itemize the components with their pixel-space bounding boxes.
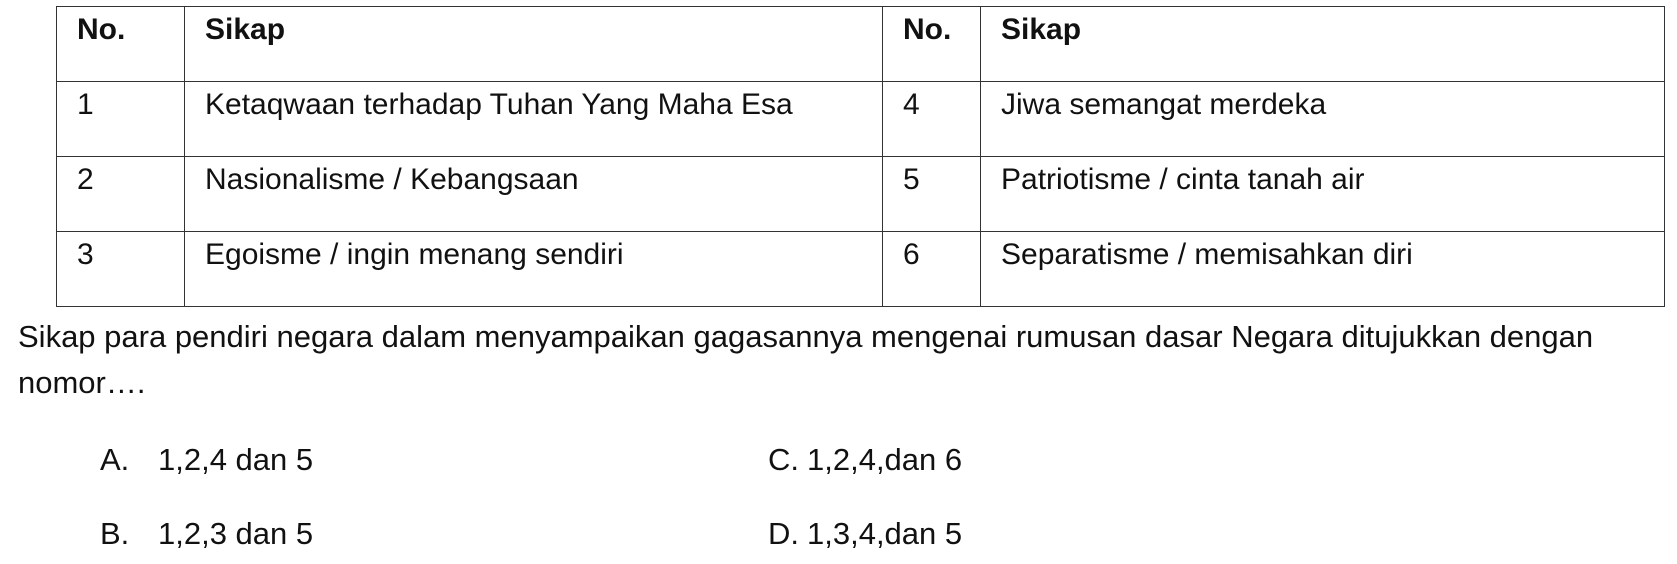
table-header-row: No. Sikap No. Sikap — [56, 6, 1665, 82]
option-a[interactable]: A. 1,2,4 dan 5 — [100, 440, 313, 480]
sikap-table: No. Sikap No. Sikap 1 Ketaqwaan terhadap… — [56, 6, 1665, 307]
option-letter: B. — [100, 516, 130, 551]
row-number: 1 — [56, 81, 185, 157]
option-d[interactable]: D. 1,3,4,dan 5 — [768, 514, 962, 554]
row-sikap: Egoisme / ingin menang sendiri — [184, 231, 883, 307]
row-number: 3 — [56, 231, 185, 307]
row-sikap: Nasionalisme / Kebangsaan — [184, 156, 883, 232]
table-row: 2 Nasionalisme / Kebangsaan 5 Patriotism… — [56, 156, 1665, 232]
option-text: 1,2,4,dan 6 — [807, 442, 963, 477]
row-sikap: Patriotisme / cinta tanah air — [980, 156, 1665, 232]
table-row: 1 Ketaqwaan terhadap Tuhan Yang Maha Esa… — [56, 81, 1665, 157]
header-no-right: No. — [882, 6, 981, 82]
header-sikap-left: Sikap — [184, 6, 883, 82]
table-row: 3 Egoisme / ingin menang sendiri 6 Separ… — [56, 231, 1665, 307]
question-text: Sikap para pendiri negara dalam menyampa… — [18, 319, 1594, 400]
header-no-left: No. — [56, 6, 185, 82]
row-number: 4 — [882, 81, 981, 157]
option-letter: A. — [100, 442, 130, 477]
option-text: 1,2,3 dan 5 — [158, 516, 314, 551]
row-sikap: Separatisme / memisahkan diri — [980, 231, 1665, 307]
option-text: 1,3,4,dan 5 — [807, 516, 963, 551]
option-letter: C. — [768, 442, 799, 477]
row-sikap: Ketaqwaan terhadap Tuhan Yang Maha Esa — [184, 81, 883, 157]
row-number: 5 — [882, 156, 981, 232]
row-sikap: Jiwa semangat merdeka — [980, 81, 1665, 157]
option-letter: D. — [768, 516, 799, 551]
row-number: 6 — [882, 231, 981, 307]
header-sikap-right: Sikap — [980, 6, 1665, 82]
option-b[interactable]: B. 1,2,3 dan 5 — [100, 514, 313, 554]
option-text: 1,2,4 dan 5 — [158, 442, 314, 477]
row-number: 2 — [56, 156, 185, 232]
option-c[interactable]: C. 1,2,4,dan 6 — [768, 440, 962, 480]
